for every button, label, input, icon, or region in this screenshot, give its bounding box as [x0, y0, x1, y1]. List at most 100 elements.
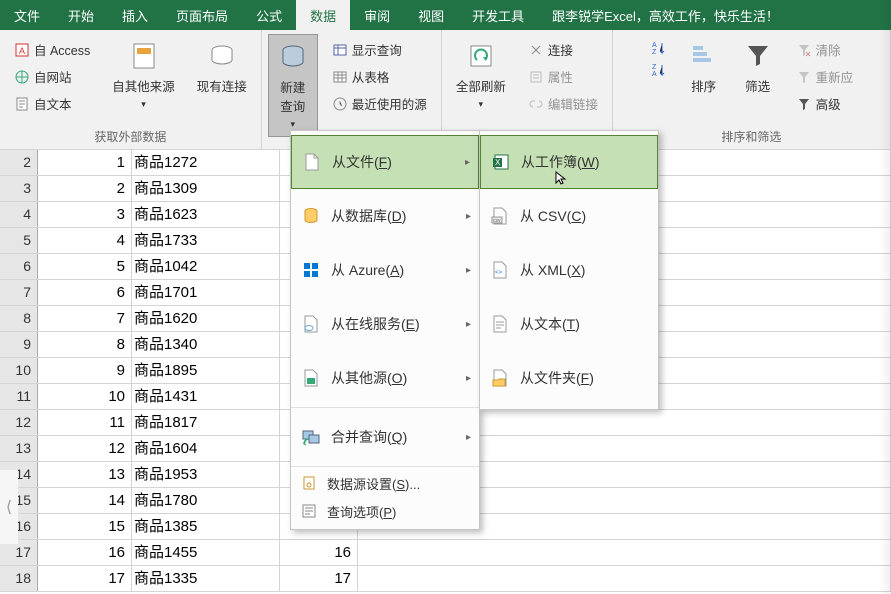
- combine-queries-menuitem[interactable]: 合并查询(Q)▸: [291, 410, 479, 464]
- svg-text:Z: Z: [652, 49, 657, 56]
- from-access-button[interactable]: A自 Access: [10, 38, 94, 61]
- group-label: 排序和筛选: [721, 126, 781, 147]
- cell[interactable]: 商品1895: [132, 358, 280, 383]
- from-xml-menuitem[interactable]: <>从 XML(X): [480, 243, 658, 297]
- sort-desc-button[interactable]: ZA: [646, 60, 670, 80]
- show-queries-button[interactable]: 显示查询: [328, 38, 431, 61]
- tab-4[interactable]: 公式: [242, 0, 296, 30]
- recent-sources-button[interactable]: 最近使用的源: [328, 92, 431, 115]
- cell[interactable]: 商品1272: [132, 150, 280, 175]
- table-row[interactable]: 1817商品133517: [0, 566, 891, 592]
- cell[interactable]: 商品1620: [132, 306, 280, 331]
- query-options-menuitem[interactable]: 查询选项(P): [291, 497, 479, 525]
- row-header[interactable]: 4: [0, 202, 38, 227]
- clear-filter-button[interactable]: 清除: [792, 38, 858, 61]
- cell[interactable]: 商品1309: [132, 176, 280, 201]
- cell[interactable]: 商品1733: [132, 228, 280, 253]
- row-header[interactable]: 6: [0, 254, 38, 279]
- from-online-menuitem[interactable]: 从在线服务(E)▸: [291, 297, 479, 351]
- cell[interactable]: 17: [38, 566, 132, 591]
- cell[interactable]: [358, 540, 891, 565]
- cell[interactable]: 商品1385: [132, 514, 280, 539]
- table-row[interactable]: 1716商品145516: [0, 540, 891, 566]
- tab-5[interactable]: 数据: [296, 0, 350, 30]
- cell[interactable]: 商品1953: [132, 462, 280, 487]
- cell[interactable]: 商品1042: [132, 254, 280, 279]
- tab-2[interactable]: 插入: [108, 0, 162, 30]
- row-header[interactable]: 7: [0, 280, 38, 305]
- from-table-button[interactable]: 从表格: [328, 65, 431, 88]
- tab-8[interactable]: 开发工具: [458, 0, 538, 30]
- cell[interactable]: 2: [38, 176, 132, 201]
- cell[interactable]: 1: [38, 150, 132, 175]
- from-folder-menuitem[interactable]: 从文件夹(F): [480, 351, 658, 405]
- edit-links-button[interactable]: 编辑链接: [524, 92, 602, 115]
- row-header[interactable]: 11: [0, 384, 38, 409]
- from-azure-menuitem[interactable]: 从 Azure(A)▸: [291, 243, 479, 297]
- tab-6[interactable]: 审阅: [350, 0, 404, 30]
- cell[interactable]: 商品1817: [132, 410, 280, 435]
- datasource-settings-menuitem[interactable]: 数据源设置(S)...: [291, 469, 479, 497]
- from-text-menuitem[interactable]: 从文本(T): [480, 297, 658, 351]
- cell[interactable]: 16: [280, 540, 358, 565]
- cell[interactable]: 11: [38, 410, 132, 435]
- cell[interactable]: 17: [280, 566, 358, 591]
- existing-connections-button[interactable]: 现有连接: [189, 34, 255, 101]
- sort-button[interactable]: 排序: [680, 34, 728, 101]
- from-workbook-menuitem[interactable]: X从工作簿(W): [480, 135, 658, 189]
- cell[interactable]: 4: [38, 228, 132, 253]
- cell[interactable]: 10: [38, 384, 132, 409]
- row-header[interactable]: 8: [0, 306, 38, 331]
- cell[interactable]: [358, 566, 891, 591]
- row-header[interactable]: 3: [0, 176, 38, 201]
- cell[interactable]: 商品1455: [132, 540, 280, 565]
- cell[interactable]: 商品1335: [132, 566, 280, 591]
- cell[interactable]: 商品1701: [132, 280, 280, 305]
- from-other-menuitem[interactable]: 从其他源(O)▸: [291, 351, 479, 405]
- tab-3[interactable]: 页面布局: [162, 0, 242, 30]
- sort-asc-button[interactable]: AZ: [646, 38, 670, 58]
- from-csv-menuitem[interactable]: csv从 CSV(C): [480, 189, 658, 243]
- row-header[interactable]: 10: [0, 358, 38, 383]
- cell[interactable]: 16: [38, 540, 132, 565]
- connections-button[interactable]: 连接: [524, 38, 602, 61]
- collapse-handle[interactable]: ⟨: [0, 470, 18, 544]
- cell[interactable]: 6: [38, 280, 132, 305]
- row-header[interactable]: 9: [0, 332, 38, 357]
- tab-7[interactable]: 视图: [404, 0, 458, 30]
- row-header[interactable]: 5: [0, 228, 38, 253]
- cell[interactable]: 商品1431: [132, 384, 280, 409]
- tab-1[interactable]: 开始: [54, 0, 108, 30]
- cell[interactable]: 9: [38, 358, 132, 383]
- filter-button[interactable]: 筛选: [734, 34, 782, 101]
- cell[interactable]: 13: [38, 462, 132, 487]
- cell[interactable]: 3: [38, 202, 132, 227]
- cell[interactable]: 5: [38, 254, 132, 279]
- new-query-button[interactable]: 新建 查询▾: [268, 34, 318, 137]
- from-web-button[interactable]: 自网站: [10, 65, 94, 88]
- cell[interactable]: 商品1340: [132, 332, 280, 357]
- from-other-sources-button[interactable]: 自其他来源▾: [104, 34, 183, 116]
- group-external-data: A自 Access 自网站 自文本 自其他来源▾ 现有连接 获取外部数据: [0, 30, 262, 149]
- cell[interactable]: 商品1604: [132, 436, 280, 461]
- row-header[interactable]: 2: [0, 150, 38, 175]
- refresh-all-button[interactable]: 全部刷新▾: [448, 34, 514, 116]
- cell[interactable]: 14: [38, 488, 132, 513]
- cell[interactable]: 商品1780: [132, 488, 280, 513]
- cell[interactable]: 商品1623: [132, 202, 280, 227]
- cell[interactable]: 15: [38, 514, 132, 539]
- cell[interactable]: 12: [38, 436, 132, 461]
- advanced-button[interactable]: 高级: [792, 92, 858, 115]
- reapply-button[interactable]: 重新应: [792, 65, 858, 88]
- from-file-menuitem[interactable]: 从文件(F)▸: [291, 135, 479, 189]
- tab-0[interactable]: 文件: [0, 0, 54, 30]
- row-header[interactable]: 13: [0, 436, 38, 461]
- row-header[interactable]: 18: [0, 566, 38, 591]
- cell[interactable]: 7: [38, 306, 132, 331]
- row-header[interactable]: 12: [0, 410, 38, 435]
- properties-button[interactable]: 属性: [524, 65, 602, 88]
- cell[interactable]: 8: [38, 332, 132, 357]
- tab-9[interactable]: 跟李锐学Excel，高效工作，快乐生活！: [538, 0, 793, 30]
- from-text-button[interactable]: 自文本: [10, 92, 94, 115]
- from-database-menuitem[interactable]: 从数据库(D)▸: [291, 189, 479, 243]
